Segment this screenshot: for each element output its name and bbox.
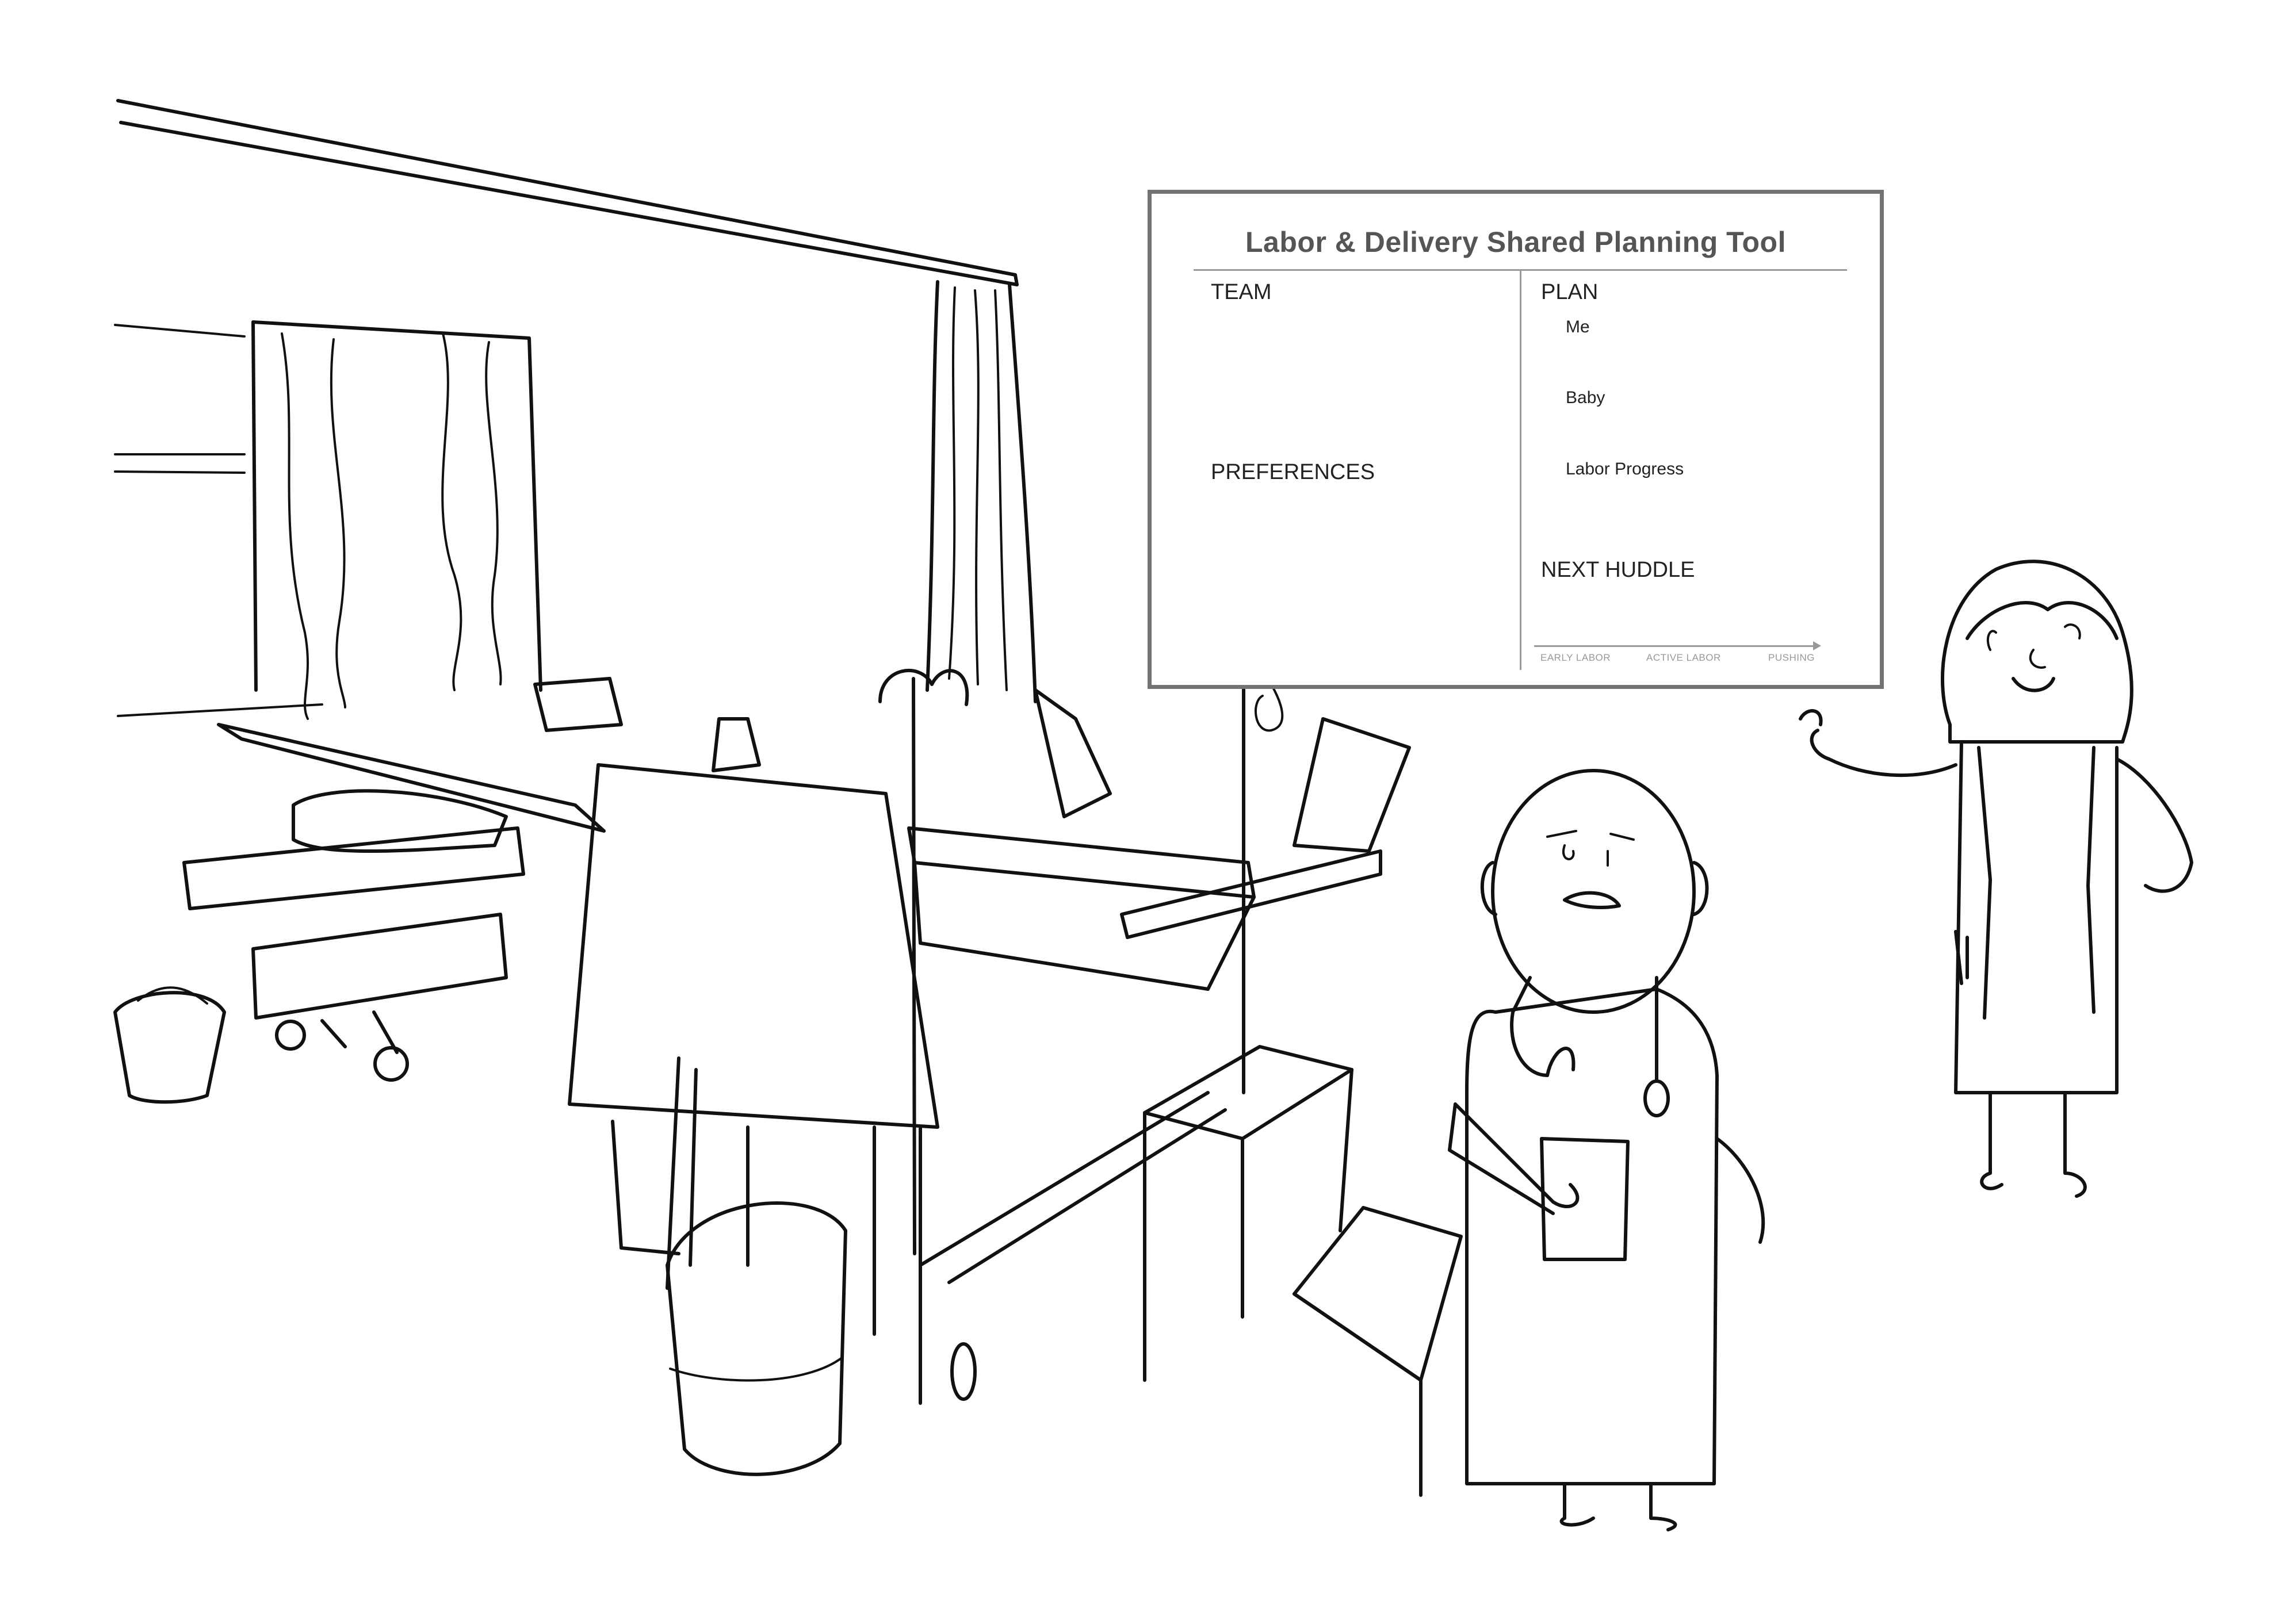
- iv-pole-left: [878, 669, 969, 1255]
- section-preferences: PREFERENCES: [1211, 460, 1375, 484]
- section-team: TEAM: [1211, 280, 1272, 304]
- plan-item-labor-progress: Labor Progress: [1566, 459, 1684, 478]
- plan-item-baby: Baby: [1566, 388, 1605, 407]
- shared-planning-board: Labor & Delivery Shared Planning Tool TE…: [1148, 190, 1884, 689]
- wastebasket: [113, 986, 226, 1104]
- stage-active-labor: ACTIVE LABOR: [1646, 652, 1721, 663]
- board-column-divider: [1520, 271, 1521, 670]
- delivery-bed: [568, 688, 1411, 1405]
- delivery-room-sketch: [113, 99, 2193, 1531]
- curtain-rail: [116, 99, 1019, 286]
- window: [114, 324, 323, 717]
- gurney: [182, 677, 623, 1082]
- stage-early-labor: EARLY LABOR: [1540, 652, 1611, 663]
- labor-progress-timeline: [1534, 645, 1816, 647]
- doctor-figure: [1448, 769, 1765, 1531]
- section-next-huddle: NEXT HUDDLE: [1541, 558, 1695, 582]
- board-title: Labor & Delivery Shared Planning Tool: [1245, 226, 1786, 258]
- timeline-arrowhead: [1813, 641, 1821, 650]
- section-plan: PLAN: [1541, 280, 1599, 304]
- right-curtain: [926, 280, 1037, 703]
- bucket: [666, 1201, 847, 1476]
- stage-pushing: PUSHING: [1768, 652, 1815, 663]
- step-stool: [1143, 1045, 1463, 1497]
- plan-item-me: Me: [1566, 317, 1590, 336]
- left-curtain: [251, 320, 542, 720]
